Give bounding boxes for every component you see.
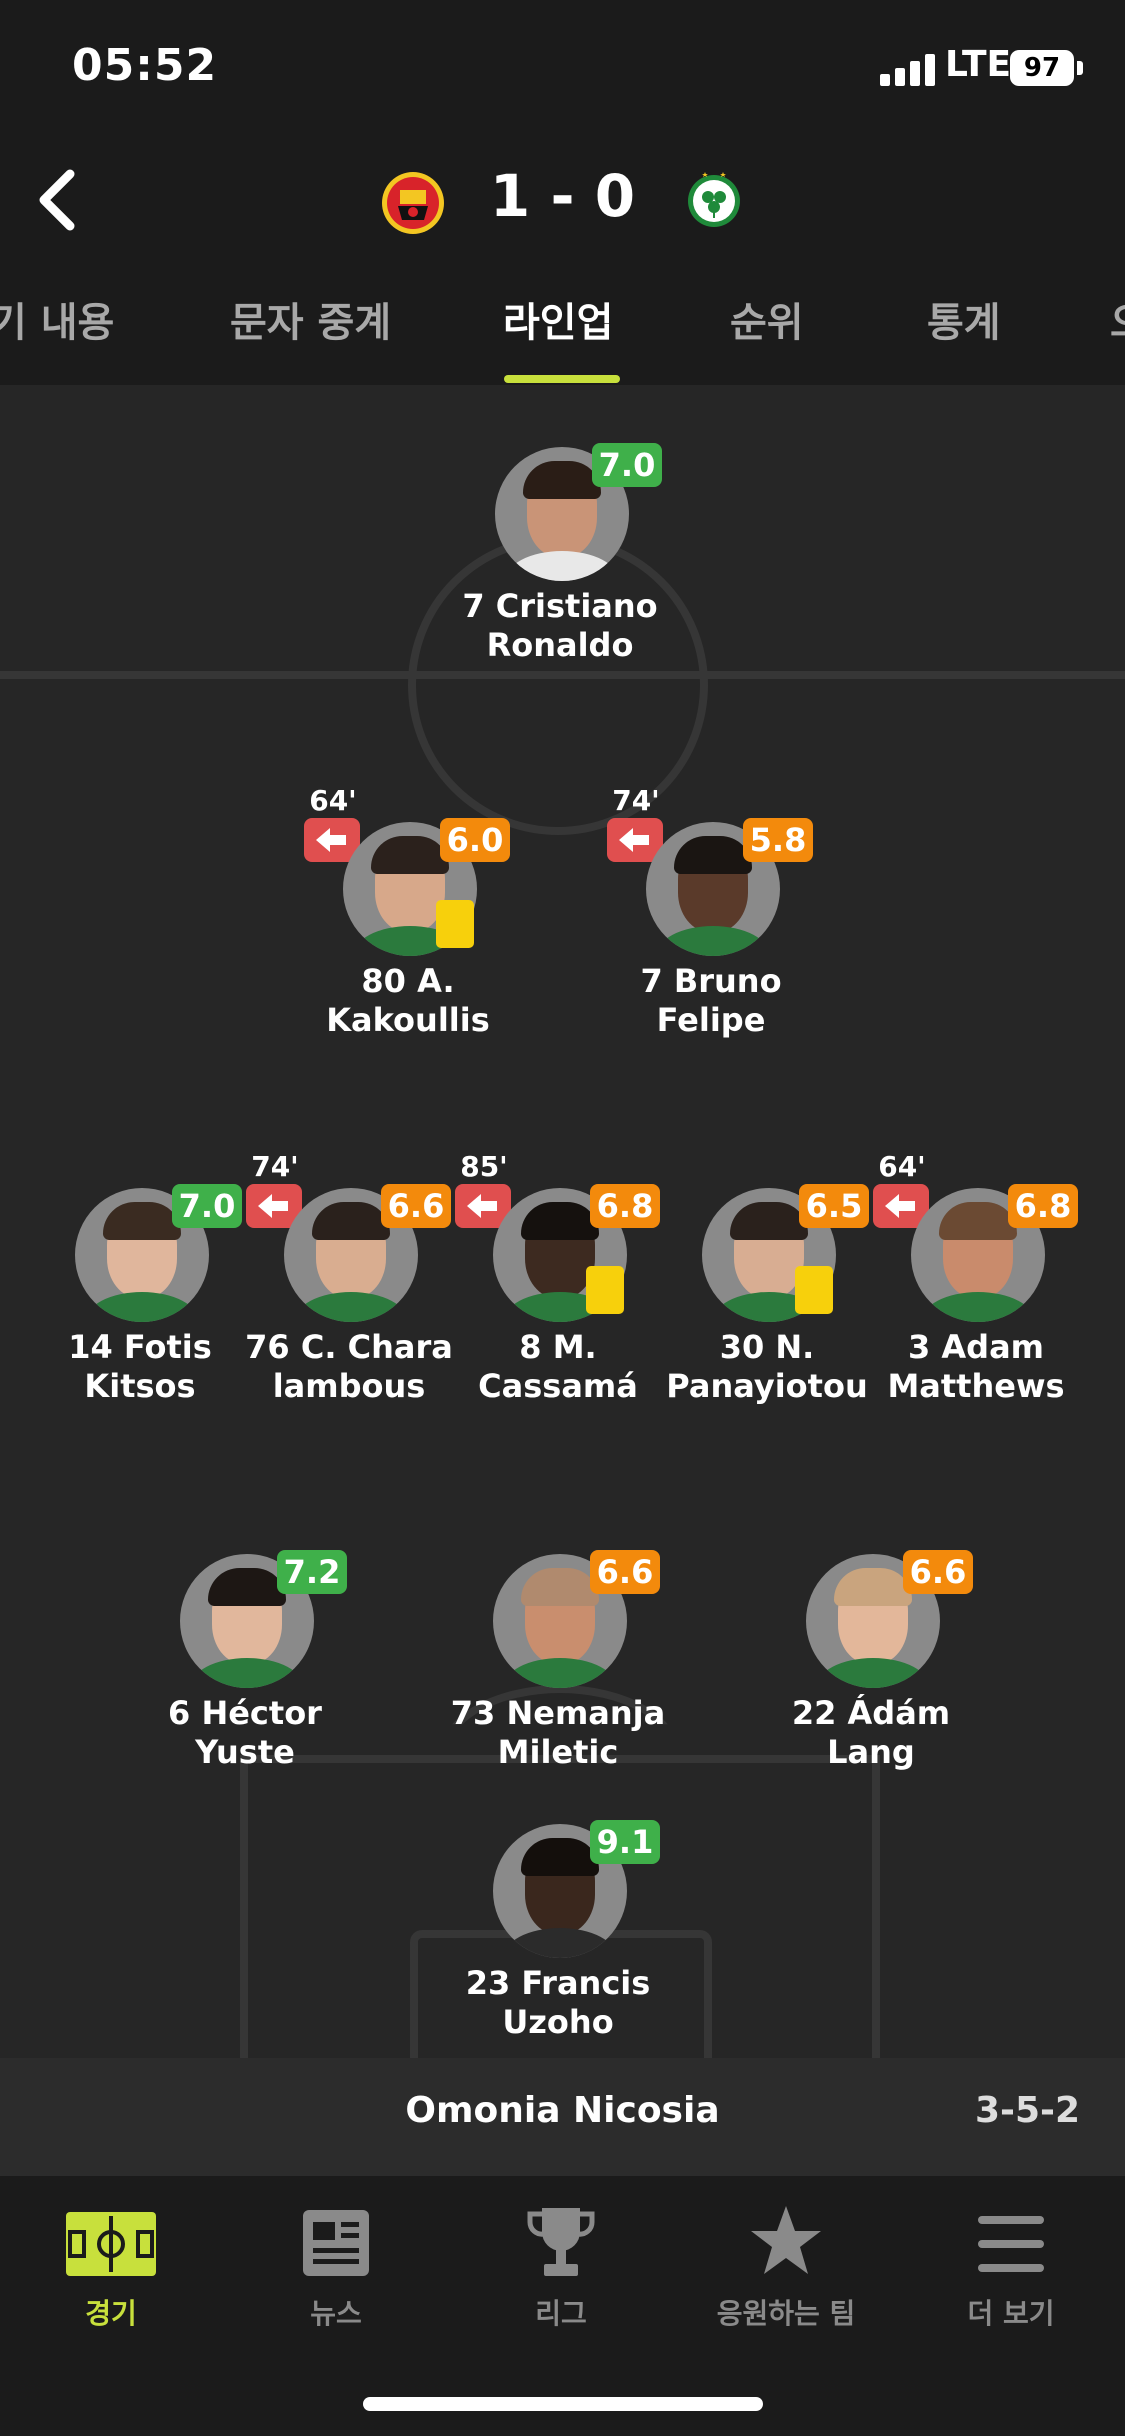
player-name-line1: 14 Fotis (68, 1328, 212, 1366)
signal-icon (880, 52, 936, 86)
player-name: 6 Héctor Yuste (95, 1694, 395, 1772)
star-icon (751, 2206, 821, 2274)
status-time: 05:52 (72, 40, 218, 91)
nav-more[interactable]: 더 보기 (916, 2200, 1106, 2340)
player-name-line2: lambous (272, 1367, 426, 1405)
sub-time: 64' (878, 1150, 926, 1183)
back-button[interactable] (20, 160, 100, 240)
yellow-card-icon (586, 1266, 624, 1314)
omonia-crest-icon (688, 172, 740, 227)
player-opponent-forward[interactable]: 7.0 7 Cristiano Ronaldo (430, 443, 690, 677)
battery-icon: 97 (1010, 50, 1074, 86)
player-rating: 9.1 (590, 1820, 660, 1864)
nav-label: 뉴스 (310, 2297, 362, 2330)
player-name: 22 Ádám Lang (721, 1694, 1021, 1772)
tab-commentary[interactable]: 문자 중계 (230, 290, 391, 348)
news-icon (303, 2210, 369, 2276)
away-team-logo[interactable] (685, 170, 743, 228)
nav-label: 리그 (535, 2297, 587, 2330)
player-name-line2: Lang (827, 1733, 915, 1771)
player-defender-1[interactable]: 7.2 6 Héctor Yuste (115, 1550, 375, 1784)
player-name: 7 Bruno Felipe (561, 962, 861, 1040)
sub-time: 64' (309, 784, 357, 817)
player-name: 3 Adam Matthews (826, 1328, 1125, 1406)
player-rating: 6.6 (590, 1550, 660, 1594)
player-forward-right[interactable]: 74' 5.8 7 Bruno Felipe (581, 784, 841, 1052)
player-name: 80 A. Kakoullis (258, 962, 558, 1040)
player-name-line1: 30 N. (719, 1328, 815, 1366)
player-name-line1: 6 Héctor (168, 1694, 322, 1732)
nav-news[interactable]: 뉴스 (241, 2200, 431, 2340)
home-team-logo[interactable] (380, 170, 446, 236)
player-name-line1: 22 Ádám (791, 1694, 951, 1732)
player-name: 23 Francis Uzoho (408, 1964, 708, 2042)
player-name-line2: Yuste (195, 1733, 295, 1771)
menu-icon (978, 2216, 1044, 2272)
nav-label: 더 보기 (967, 2297, 1055, 2330)
player-forward-left[interactable]: 64' 6.0 80 A. Kakoullis (278, 784, 538, 1052)
yellow-card-icon (436, 900, 474, 948)
player-rating: 6.6 (903, 1550, 973, 1594)
nav-favorite-teams[interactable]: 응원하는 팀 (691, 2200, 881, 2340)
player-name-line2: Kakoullis (326, 1001, 490, 1039)
player-name-line1: 23 Francis Uzoho (465, 1964, 651, 2041)
player-name-line1: 73 Nemanja (450, 1694, 666, 1732)
tab-more[interactable]: 오 (1110, 290, 1125, 348)
network-type: LTE (945, 44, 1012, 85)
manchester-united-crest-icon (382, 172, 444, 234)
player-rating: 7.2 (277, 1550, 347, 1594)
player-goalkeeper[interactable]: 9.1 23 Francis Uzoho (428, 1820, 688, 2054)
tab-summary[interactable]: 기 내용 (0, 290, 114, 348)
yellow-card-icon (795, 1266, 833, 1314)
player-name-line2: Miletic (497, 1733, 619, 1771)
pitch-icon (66, 2212, 156, 2276)
trophy-icon (527, 2208, 595, 2276)
sub-time: 85' (460, 1150, 508, 1183)
player-name: 7 Cristiano Ronaldo (410, 587, 710, 665)
team-formation: 3-5-2 (974, 2090, 1080, 2131)
player-name-line2: Felipe (656, 1001, 766, 1039)
player-rating: 5.8 (743, 818, 813, 862)
nav-matches[interactable]: 경기 (16, 2200, 206, 2340)
team-name: Omonia Nicosia (405, 2090, 720, 2131)
player-name: 73 Nemanja Miletic (408, 1694, 708, 1772)
player-name-line2: Cassamá (478, 1367, 638, 1405)
player-defender-3[interactable]: 6.6 22 Ádám Lang (741, 1550, 1001, 1784)
player-name-line1: 80 A. (361, 962, 455, 1000)
active-tab-indicator (504, 375, 620, 383)
battery-tip (1077, 61, 1083, 75)
tab-standings[interactable]: 순위 (730, 290, 804, 348)
home-indicator[interactable] (363, 2397, 763, 2411)
tab-lineup[interactable]: 라인업 (503, 290, 613, 348)
player-name-line1: 7 Bruno (640, 962, 782, 1000)
player-defender-2[interactable]: 6.6 73 Nemanja Miletic (428, 1550, 688, 1784)
player-name-line1: 3 Adam (907, 1328, 1044, 1366)
sub-time: 74' (251, 1150, 299, 1183)
player-rating: 6.0 (440, 818, 510, 862)
player-midfielder-5[interactable]: 64' 6.8 3 Adam Matthews (846, 1150, 1106, 1418)
player-name-line1: 8 M. (519, 1328, 597, 1366)
player-rating: 6.8 (1008, 1184, 1078, 1228)
nav-leagues[interactable]: 리그 (466, 2200, 656, 2340)
sub-time: 74' (612, 784, 660, 817)
nav-label: 응원하는 팀 (716, 2297, 856, 2330)
player-name-line1: 7 Cristiano Ronaldo (462, 587, 658, 664)
nav-label: 경기 (85, 2297, 137, 2330)
tab-stats[interactable]: 통계 (927, 290, 1001, 348)
player-rating: 7.0 (592, 443, 662, 487)
player-name-line2: Matthews (887, 1367, 1065, 1405)
player-name-line2: Kitsos (84, 1367, 196, 1405)
match-score: 1 - 0 (489, 162, 636, 230)
chevron-left-icon (39, 169, 75, 231)
tab-bar: 기 내용 문자 중계 라인업 순위 통계 오 (0, 290, 1125, 385)
